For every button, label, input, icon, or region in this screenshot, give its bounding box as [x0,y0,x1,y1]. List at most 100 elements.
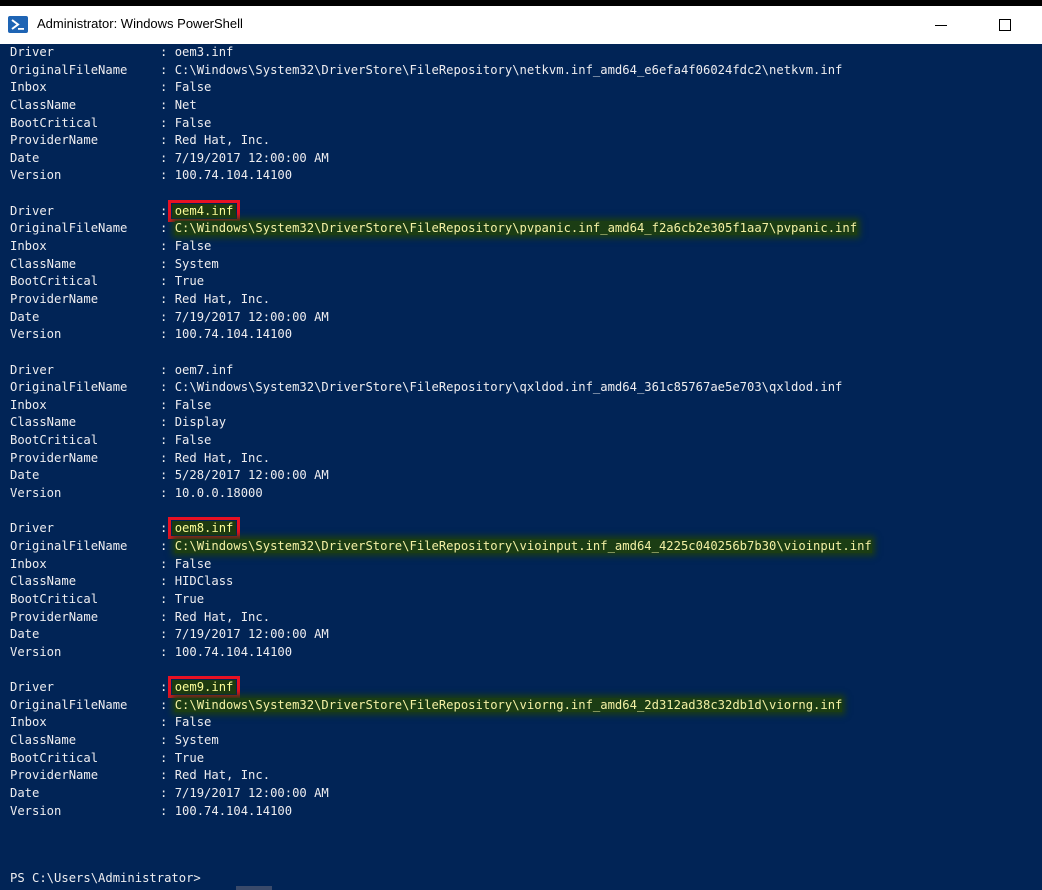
maximize-icon [999,19,1011,31]
field-key: Inbox [10,397,47,412]
field-value: 100.74.104.14100 [174,168,293,183]
field-separator: : [160,115,175,130]
record-field-line: OriginalFileName: C:\Windows\System32\Dr… [10,538,1042,556]
field-key: ProviderName [10,768,99,783]
record-field-line: Inbox: False [10,238,1042,256]
field-key: Driver [10,203,55,218]
field-value: System [174,732,219,747]
record-field-line: ProviderName: Red Hat, Inc. [10,132,1042,150]
field-value: 7/19/2017 12:00:00 AM [174,785,329,800]
record-field-line: BootCritical: True [10,750,1042,768]
field-key: Version [10,644,62,659]
record-field-line: Date: 7/19/2017 12:00:00 AM [10,150,1042,168]
field-key: ClassName [10,415,77,430]
field-key: Date [10,150,40,165]
field-key: ClassName [10,97,77,112]
field-separator: : [160,362,175,377]
field-separator: : [160,291,175,306]
field-value: C:\Windows\System32\DriverStore\FileRepo… [174,62,843,77]
maximize-button[interactable] [982,6,1028,44]
field-key: Driver [10,362,55,377]
record-field-line: ClassName: System [10,256,1042,274]
field-value: False [174,80,212,95]
field-key: OriginalFileName [10,62,128,77]
powershell-window: Administrator: Windows PowerShell Driver… [0,6,1042,890]
field-key: BootCritical [10,115,99,130]
field-separator: : [160,450,175,465]
field-separator: : [160,468,175,483]
field-key: ProviderName [10,133,99,148]
field-key: ClassName [10,732,77,747]
field-separator: : [160,397,175,412]
field-separator: : [160,309,175,324]
record-field-line: Inbox: False [10,79,1042,97]
field-separator: : [160,274,175,289]
field-key: Driver [10,45,55,59]
record-field-line: Driver: oem9.inf [10,676,1042,699]
minimize-button[interactable] [918,6,964,44]
field-key: Inbox [10,239,47,254]
field-separator: : [160,574,175,589]
record-field-line: ClassName: System [10,732,1042,750]
field-separator: : [160,803,175,818]
field-separator: : [160,785,175,800]
record-field-line: Version: 100.74.104.14100 [10,644,1042,662]
command-prompt[interactable]: PS C:\Users\Administrator> [10,870,201,888]
field-separator: : [160,768,175,783]
field-key: BootCritical [10,750,99,765]
field-key: Inbox [10,715,47,730]
field-separator: : [160,239,175,254]
scrollbar-thumb[interactable] [236,886,272,890]
record-field-line: Date: 7/19/2017 12:00:00 AM [10,309,1042,327]
field-separator: : [160,327,175,342]
field-key: ClassName [10,574,77,589]
field-key: Date [10,627,40,642]
field-separator: : [160,221,175,236]
field-key: BootCritical [10,274,99,289]
title-bar[interactable]: Administrator: Windows PowerShell [0,6,1042,44]
record-field-line: Date: 7/19/2017 12:00:00 AM [10,626,1042,644]
record-field-line: OriginalFileName: C:\Windows\System32\Dr… [10,379,1042,397]
field-key: Version [10,168,62,183]
field-value: True [174,591,205,606]
window-title: Administrator: Windows PowerShell [37,16,243,31]
field-value: oem8.inf [167,517,241,540]
record-field-line: Inbox: False [10,714,1042,732]
record-field-line: ProviderName: Red Hat, Inc. [10,767,1042,785]
field-key: Version [10,327,62,342]
powershell-icon [8,16,28,33]
field-separator: : [160,45,175,59]
field-value: Display [174,415,227,430]
field-key: Driver [10,680,55,695]
field-separator: : [160,609,175,624]
field-value: 10.0.0.18000 [174,486,263,501]
record-field-line: ClassName: Net [10,97,1042,115]
field-value: C:\Windows\System32\DriverStore\FileRepo… [174,538,872,553]
record-field-line: ProviderName: Red Hat, Inc. [10,291,1042,309]
record-field-line: BootCritical: False [10,432,1042,450]
field-key: Version [10,486,62,501]
record-field-line: Driver: oem3.inf [10,44,1042,62]
field-separator: : [160,732,175,747]
field-key: Inbox [10,556,47,571]
field-value: False [174,115,212,130]
field-separator: : [160,150,175,165]
field-value: C:\Windows\System32\DriverStore\FileRepo… [174,697,843,712]
field-value: oem3.inf [174,45,234,59]
field-value: 100.74.104.14100 [174,327,293,342]
record-field-line: Driver: oem4.inf [10,199,1042,222]
field-key: Inbox [10,80,47,95]
field-value: Red Hat, Inc. [174,768,271,783]
minimize-icon [935,25,947,26]
field-value: Red Hat, Inc. [174,609,271,624]
field-separator: : [160,644,175,659]
console-output[interactable]: Driver: oem3.inf OriginalFileName: C:\Win… [10,44,1042,838]
field-separator: : [160,168,175,183]
field-value: C:\Windows\System32\DriverStore\FileRepo… [174,221,858,236]
field-separator: : [160,380,175,395]
field-value: True [174,750,205,765]
field-value: oem7.inf [174,362,234,377]
field-key: Date [10,309,40,324]
field-separator: : [160,256,175,271]
